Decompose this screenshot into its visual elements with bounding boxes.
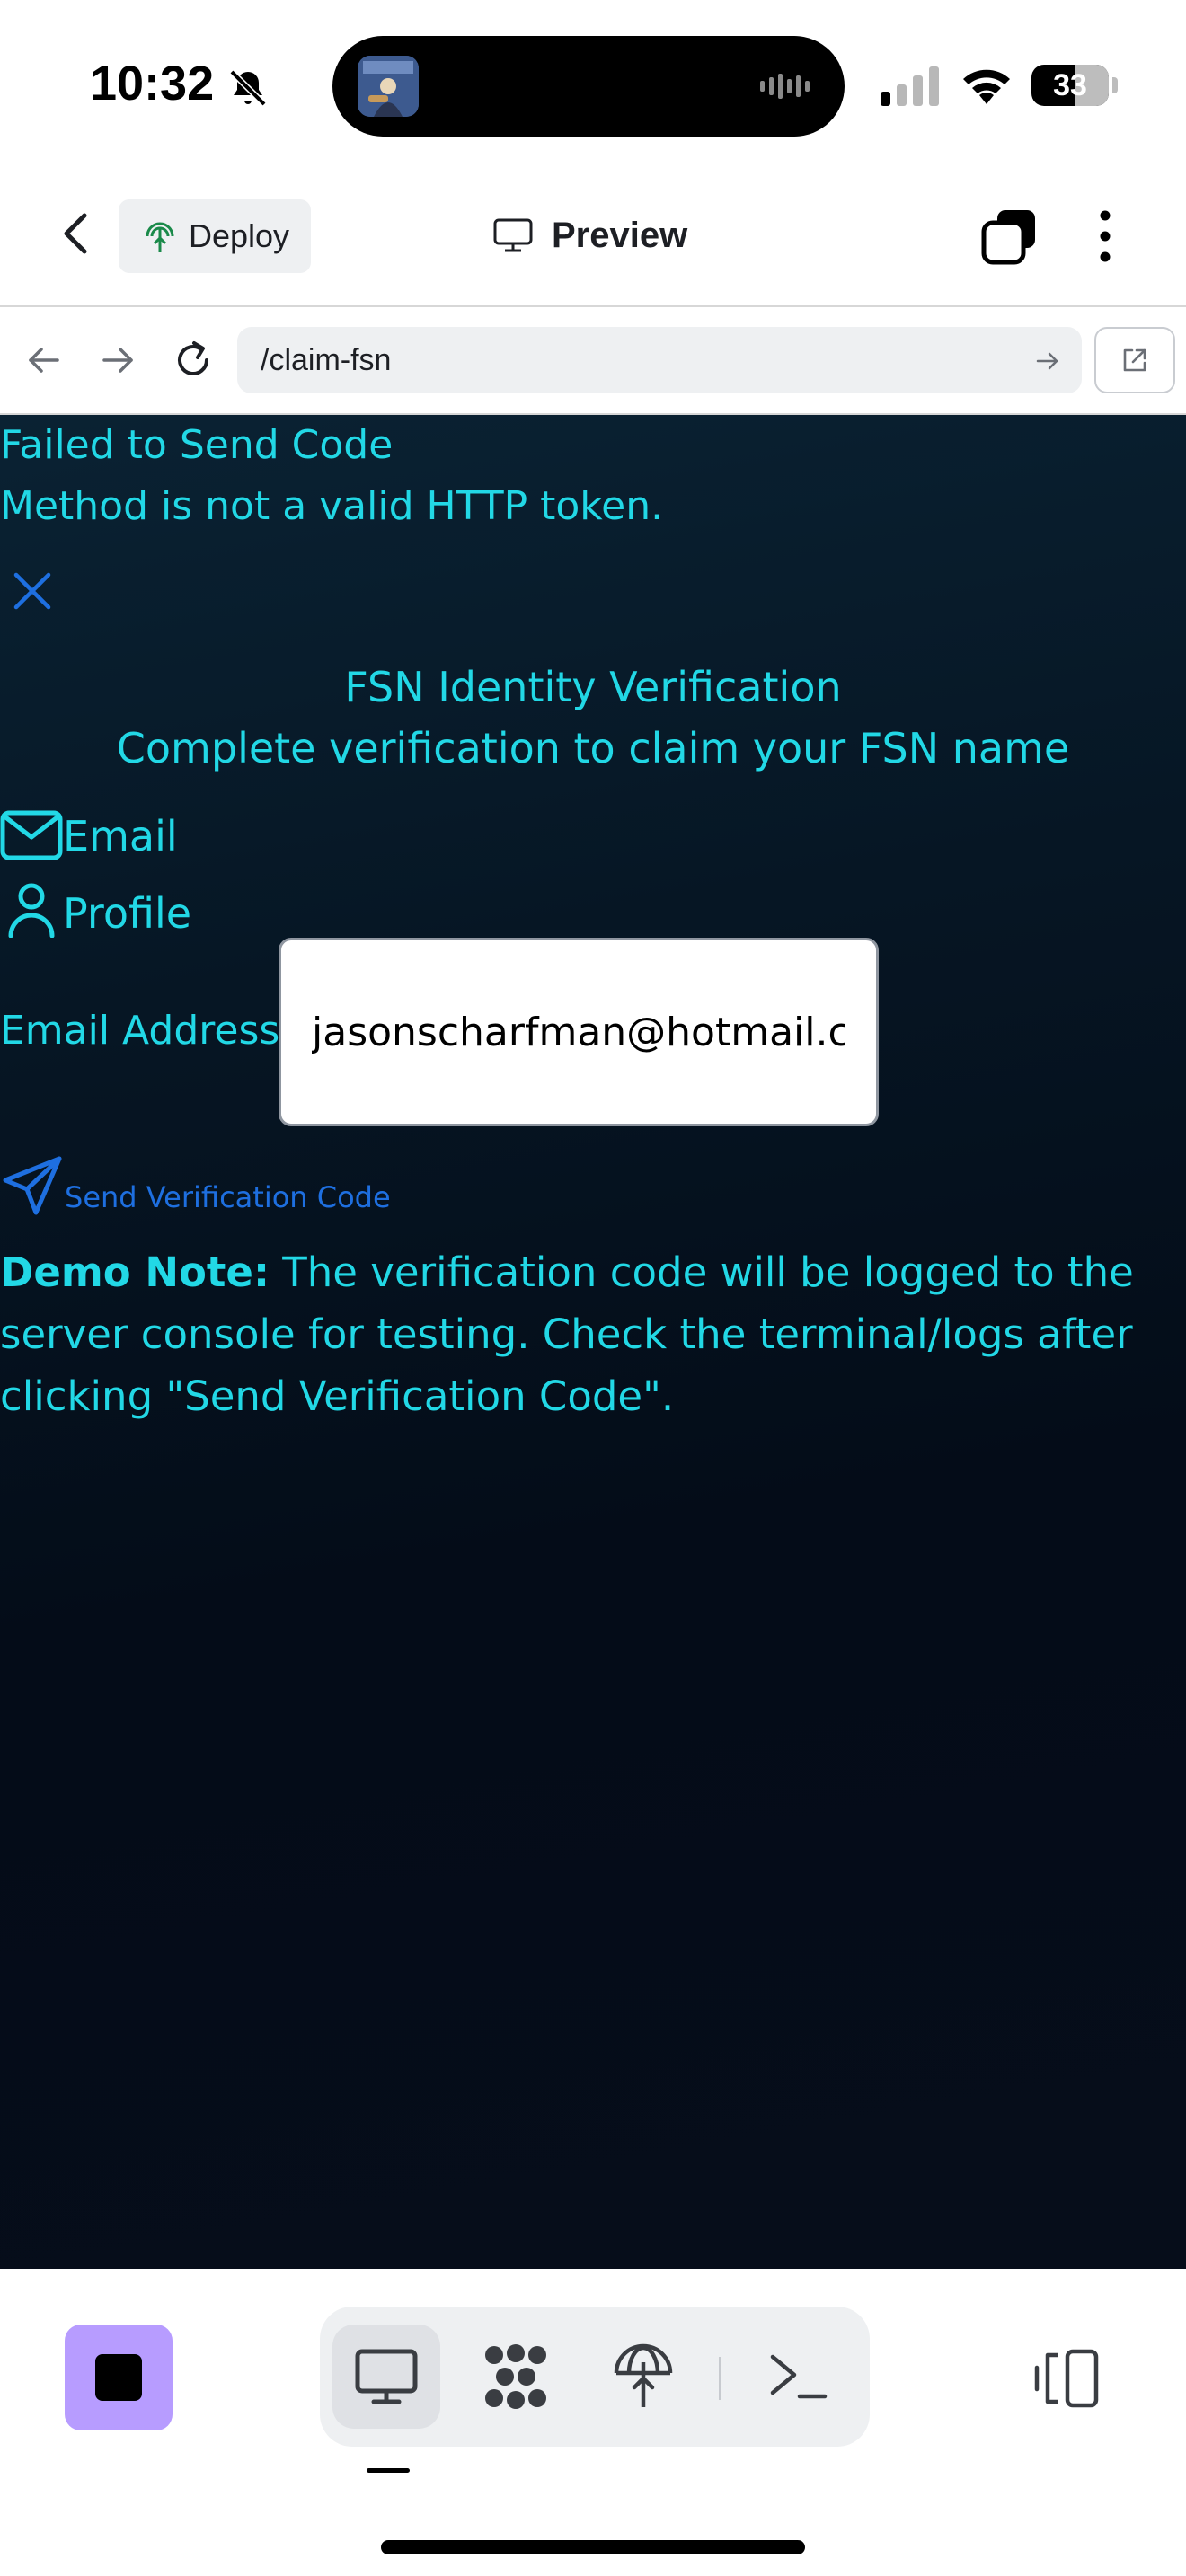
mail-icon bbox=[0, 810, 63, 860]
now-playing-app-icon[interactable] bbox=[358, 56, 419, 117]
bottom-toolbar bbox=[0, 2269, 1186, 2576]
battery-tip bbox=[1112, 77, 1118, 93]
back-chevron-icon[interactable] bbox=[54, 207, 99, 260]
send-paper-plane-icon bbox=[3, 1156, 62, 1215]
reload-icon[interactable] bbox=[169, 336, 217, 384]
deploy-icon bbox=[146, 222, 174, 252]
split-layout-icon[interactable] bbox=[1031, 2342, 1103, 2414]
tab-email-label: Email bbox=[63, 812, 178, 860]
battery-icon: 33 bbox=[1031, 65, 1109, 106]
tab-email[interactable]: Email bbox=[0, 789, 178, 860]
demo-note: Demo Note: The verification code will be… bbox=[0, 1241, 1159, 1427]
deploy-label: Deploy bbox=[189, 217, 290, 254]
user-icon bbox=[8, 883, 55, 938]
database-dots-icon[interactable] bbox=[482, 2342, 550, 2411]
tool-divider bbox=[719, 2357, 721, 2400]
deploy-button[interactable]: Deploy bbox=[119, 199, 311, 273]
battery-level: 33 bbox=[1053, 67, 1087, 102]
go-arrow-icon[interactable] bbox=[1033, 347, 1062, 375]
preview-label: Preview bbox=[552, 215, 688, 255]
demo-note-title: Demo Note: bbox=[0, 1248, 270, 1296]
deploy-parachute-icon[interactable] bbox=[609, 2342, 677, 2411]
tab-profile[interactable]: Profile bbox=[0, 866, 191, 938]
error-title: Failed to Send Code bbox=[0, 422, 394, 468]
terminal-prompt-icon[interactable] bbox=[764, 2342, 832, 2411]
active-tool-indicator bbox=[367, 2468, 410, 2473]
close-icon[interactable] bbox=[11, 569, 54, 613]
send-verification-code-label: Send Verification Code bbox=[65, 1180, 391, 1214]
browser-back-icon[interactable] bbox=[20, 336, 68, 384]
stop-button[interactable] bbox=[65, 2325, 173, 2430]
stop-icon bbox=[95, 2354, 142, 2401]
page-heading: FSN Identity Verification bbox=[344, 663, 842, 711]
tool-switcher bbox=[320, 2307, 870, 2447]
dynamic-island bbox=[332, 36, 845, 137]
preview-monitor-icon[interactable] bbox=[352, 2342, 420, 2411]
cellular-signal-icon bbox=[881, 66, 939, 106]
url-path: /claim-fsn bbox=[261, 342, 392, 377]
preview-page: Failed to Send Code Method is not a vali… bbox=[0, 415, 1186, 2269]
wifi-icon bbox=[963, 69, 1010, 104]
error-message: Method is not a valid HTTP token. bbox=[0, 483, 664, 529]
app-header: Deploy Preview bbox=[0, 171, 1186, 307]
open-external-button[interactable] bbox=[1094, 327, 1175, 393]
more-options-icon[interactable] bbox=[1087, 207, 1123, 266]
browser-forward-icon[interactable] bbox=[93, 336, 142, 384]
external-link-icon bbox=[1123, 348, 1146, 372]
url-bar: /claim-fsn bbox=[0, 307, 1186, 415]
send-verification-code-button[interactable]: Send Verification Code bbox=[0, 1146, 391, 1218]
tab-profile-label: Profile bbox=[63, 889, 192, 938]
audio-waveform-icon bbox=[760, 74, 810, 99]
url-field[interactable]: /claim-fsn bbox=[237, 327, 1082, 393]
preview-tab[interactable]: Preview bbox=[492, 207, 687, 264]
bell-slash-icon bbox=[229, 69, 267, 107]
email-input[interactable] bbox=[279, 938, 879, 1126]
monitor-icon bbox=[493, 218, 533, 252]
status-bar: 10:32 33 bbox=[0, 0, 1186, 171]
page-subheading: Complete verification to claim your FSN … bbox=[116, 724, 1070, 772]
status-time: 10:32 bbox=[90, 57, 215, 110]
home-indicator bbox=[381, 2540, 805, 2554]
tabs-switcher-icon[interactable] bbox=[979, 207, 1039, 266]
email-address-label: Email Address bbox=[0, 1008, 280, 1054]
